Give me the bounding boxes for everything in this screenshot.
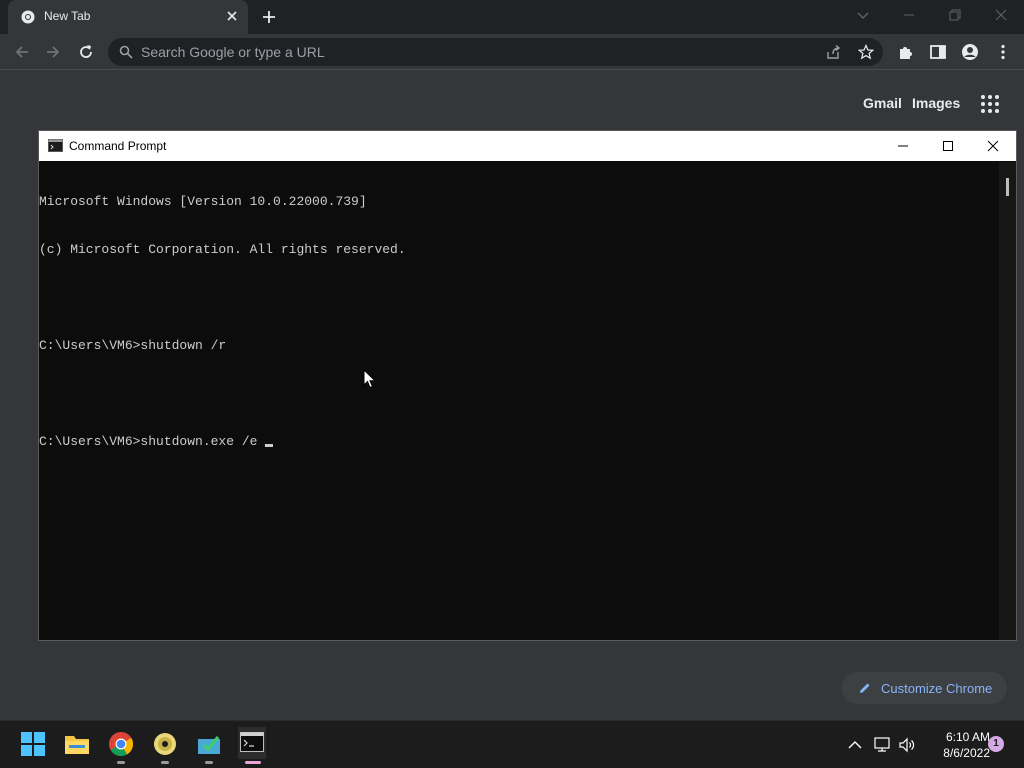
- browser-toolbar: [0, 34, 1024, 70]
- menu-kebab-icon[interactable]: [994, 43, 1012, 61]
- minimize-window-icon[interactable]: [901, 7, 917, 23]
- disc-media-icon[interactable]: [152, 731, 178, 757]
- chrome-icon: [21, 10, 35, 24]
- clock-date: 8/6/2022: [943, 746, 990, 760]
- chrome-running-indicator: [117, 761, 125, 764]
- reload-icon[interactable]: [77, 43, 95, 61]
- system-clock[interactable]: 6:10 AM 8/6/2022: [920, 729, 990, 761]
- new-tab-icon[interactable]: [261, 9, 277, 25]
- share-icon[interactable]: [825, 44, 841, 60]
- scrollbar-thumb[interactable]: [1006, 178, 1009, 196]
- chrome-taskbar-icon[interactable]: [108, 731, 134, 757]
- console-output[interactable]: Microsoft Windows [Version 10.0.22000.73…: [39, 162, 999, 640]
- console-line: C:\Users\VM6>shutdown /r: [39, 338, 227, 353]
- console-prompt-line[interactable]: C:\Users\VM6>shutdown.exe /e: [39, 434, 999, 450]
- cmd-close-icon[interactable]: [986, 139, 1000, 153]
- gmail-link[interactable]: Gmail: [863, 95, 902, 111]
- omnibox[interactable]: [108, 38, 883, 66]
- tab-new-tab[interactable]: New Tab: [8, 0, 248, 34]
- network-icon[interactable]: [873, 737, 891, 753]
- side-panel-icon[interactable]: [929, 43, 947, 61]
- omnibox-input[interactable]: [141, 42, 801, 62]
- close-tab-icon[interactable]: [225, 9, 239, 23]
- console-taskbar-icon: [240, 732, 264, 752]
- tab-title: New Tab: [44, 9, 91, 23]
- windows-taskbar: 6:10 AM 8/6/2022: [0, 720, 1024, 768]
- search-icon: [119, 45, 133, 59]
- cmd-taskbar-button[interactable]: [238, 727, 266, 759]
- installer-running-indicator: [205, 761, 213, 764]
- profile-avatar-icon[interactable]: [961, 43, 979, 61]
- console-line: Microsoft Windows [Version 10.0.22000.73…: [39, 194, 367, 209]
- console-icon: [48, 139, 63, 152]
- console-line: (c) Microsoft Corporation. All rights re…: [39, 242, 406, 257]
- clock-time: 6:10 AM: [945, 730, 990, 744]
- cmd-window-title: Command Prompt: [69, 139, 167, 153]
- console-scrollbar[interactable]: [999, 162, 1016, 640]
- app-installer-icon[interactable]: [196, 731, 222, 757]
- images-link[interactable]: Images: [912, 95, 960, 111]
- extensions-puzzle-icon[interactable]: [897, 43, 915, 61]
- browser-tabstrip: New Tab: [0, 0, 1024, 34]
- customize-chrome-label: Customize Chrome: [881, 681, 993, 696]
- windows-start-icon[interactable]: [20, 731, 46, 757]
- command-prompt-window[interactable]: Command Prompt Microsoft Windows [Versio…: [38, 130, 1017, 641]
- notification-badge[interactable]: 1: [988, 736, 1004, 752]
- disc-running-indicator: [161, 761, 169, 764]
- cmd-minimize-icon[interactable]: [896, 139, 910, 153]
- close-window-icon[interactable]: [993, 7, 1009, 23]
- restore-window-icon[interactable]: [947, 7, 963, 23]
- forward-arrow-icon[interactable]: [44, 43, 62, 61]
- cmd-titlebar[interactable]: Command Prompt: [39, 131, 1016, 161]
- bookmark-star-icon[interactable]: [858, 44, 874, 60]
- chevron-up-icon[interactable]: [846, 737, 864, 753]
- console-cursor: [265, 444, 274, 447]
- back-arrow-icon[interactable]: [13, 43, 31, 61]
- tab-search-chevron-icon[interactable]: [856, 8, 870, 22]
- mouse-pointer-icon: [363, 369, 376, 389]
- console-current-input: C:\Users\VM6>shutdown.exe /e: [39, 434, 266, 449]
- cmd-active-indicator: [245, 761, 261, 764]
- pencil-icon: [860, 683, 870, 693]
- volume-icon[interactable]: [898, 737, 916, 753]
- folder-icon[interactable]: [64, 731, 90, 757]
- cmd-maximize-icon[interactable]: [941, 139, 955, 153]
- google-apps-grid-icon[interactable]: [980, 94, 1000, 114]
- customize-chrome-button[interactable]: Customize Chrome: [842, 672, 1007, 704]
